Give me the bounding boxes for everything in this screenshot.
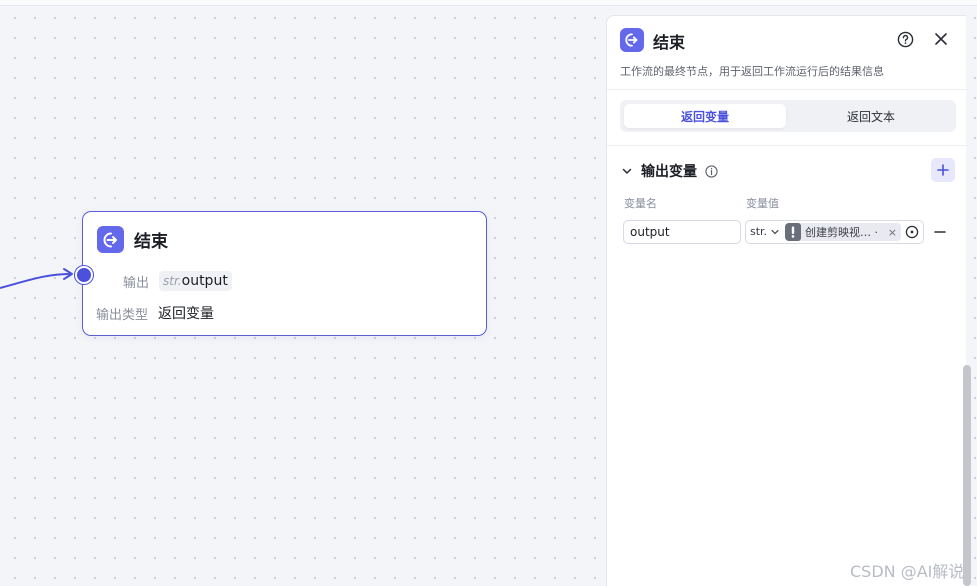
end-node-card[interactable]: 结束 输出 str. output 输出类型 返回变量	[82, 211, 487, 336]
output-kind-value: 返回变量	[158, 306, 215, 322]
output-kind-label: 输出类型	[96, 307, 149, 323]
help-icon[interactable]	[897, 31, 914, 48]
column-label-name: 变量名	[624, 197, 657, 210]
node-settings-panel: 结束 工作流的最终节点，用于返回工作流运行后的结果信息 返回变量 返回文本 输出…	[606, 15, 967, 586]
variable-value-field: str. 创建剪映视… · ×	[745, 220, 924, 244]
node-output-kind-row: 输出类型 返回变量	[96, 303, 214, 323]
watermark: CSDN @AI解说	[850, 562, 965, 581]
remove-reference-icon[interactable]: ×	[888, 226, 901, 239]
panel-header: 结束 工作流的最终节点，用于返回工作流运行后的结果信息	[607, 16, 967, 90]
exit-icon	[620, 28, 644, 52]
chevron-down-icon	[771, 229, 779, 234]
output-variable-tag: str. output	[159, 271, 232, 291]
section-title: 输出变量	[641, 164, 697, 180]
close-icon[interactable]	[933, 31, 949, 47]
tab-return-variable[interactable]: 返回变量	[624, 104, 786, 128]
output-mode-tabs: 返回变量 返回文本	[620, 100, 956, 132]
plus-icon	[937, 164, 949, 176]
info-icon[interactable]	[705, 164, 718, 178]
reference-label: 创建剪映视… ·	[805, 226, 878, 239]
remove-variable-icon[interactable]	[933, 225, 947, 239]
node-header: 结束	[97, 226, 168, 253]
variable-name-input[interactable]	[623, 220, 741, 244]
panel-title: 结束	[653, 33, 686, 52]
node-input-handle[interactable]	[75, 266, 93, 284]
panel-description: 工作流的最终节点，用于返回工作流运行后的结果信息	[620, 65, 884, 78]
add-variable-button[interactable]	[931, 158, 955, 182]
output-type-prefix: str.	[163, 274, 182, 288]
tab-return-text[interactable]: 返回文本	[790, 104, 952, 128]
node-title: 结束	[134, 232, 168, 252]
chevron-down-icon[interactable]	[621, 165, 633, 177]
node-output-row: 输出 str. output	[123, 271, 232, 291]
column-label-value: 变量值	[746, 197, 779, 210]
target-icon[interactable]	[905, 225, 919, 239]
warning-icon	[785, 223, 801, 241]
top-bar	[0, 0, 977, 6]
panel-scrollbar[interactable]	[963, 365, 971, 586]
type-select[interactable]: str.	[750, 225, 780, 238]
output-variables-section-header[interactable]: 输出变量	[621, 161, 718, 181]
output-label: 输出	[123, 275, 150, 291]
exit-icon	[97, 226, 124, 253]
divider	[607, 145, 967, 146]
reference-chip[interactable]: 创建剪映视… · ×	[785, 223, 901, 241]
type-select-value: str.	[750, 225, 768, 238]
output-variable-name: output	[181, 273, 228, 289]
